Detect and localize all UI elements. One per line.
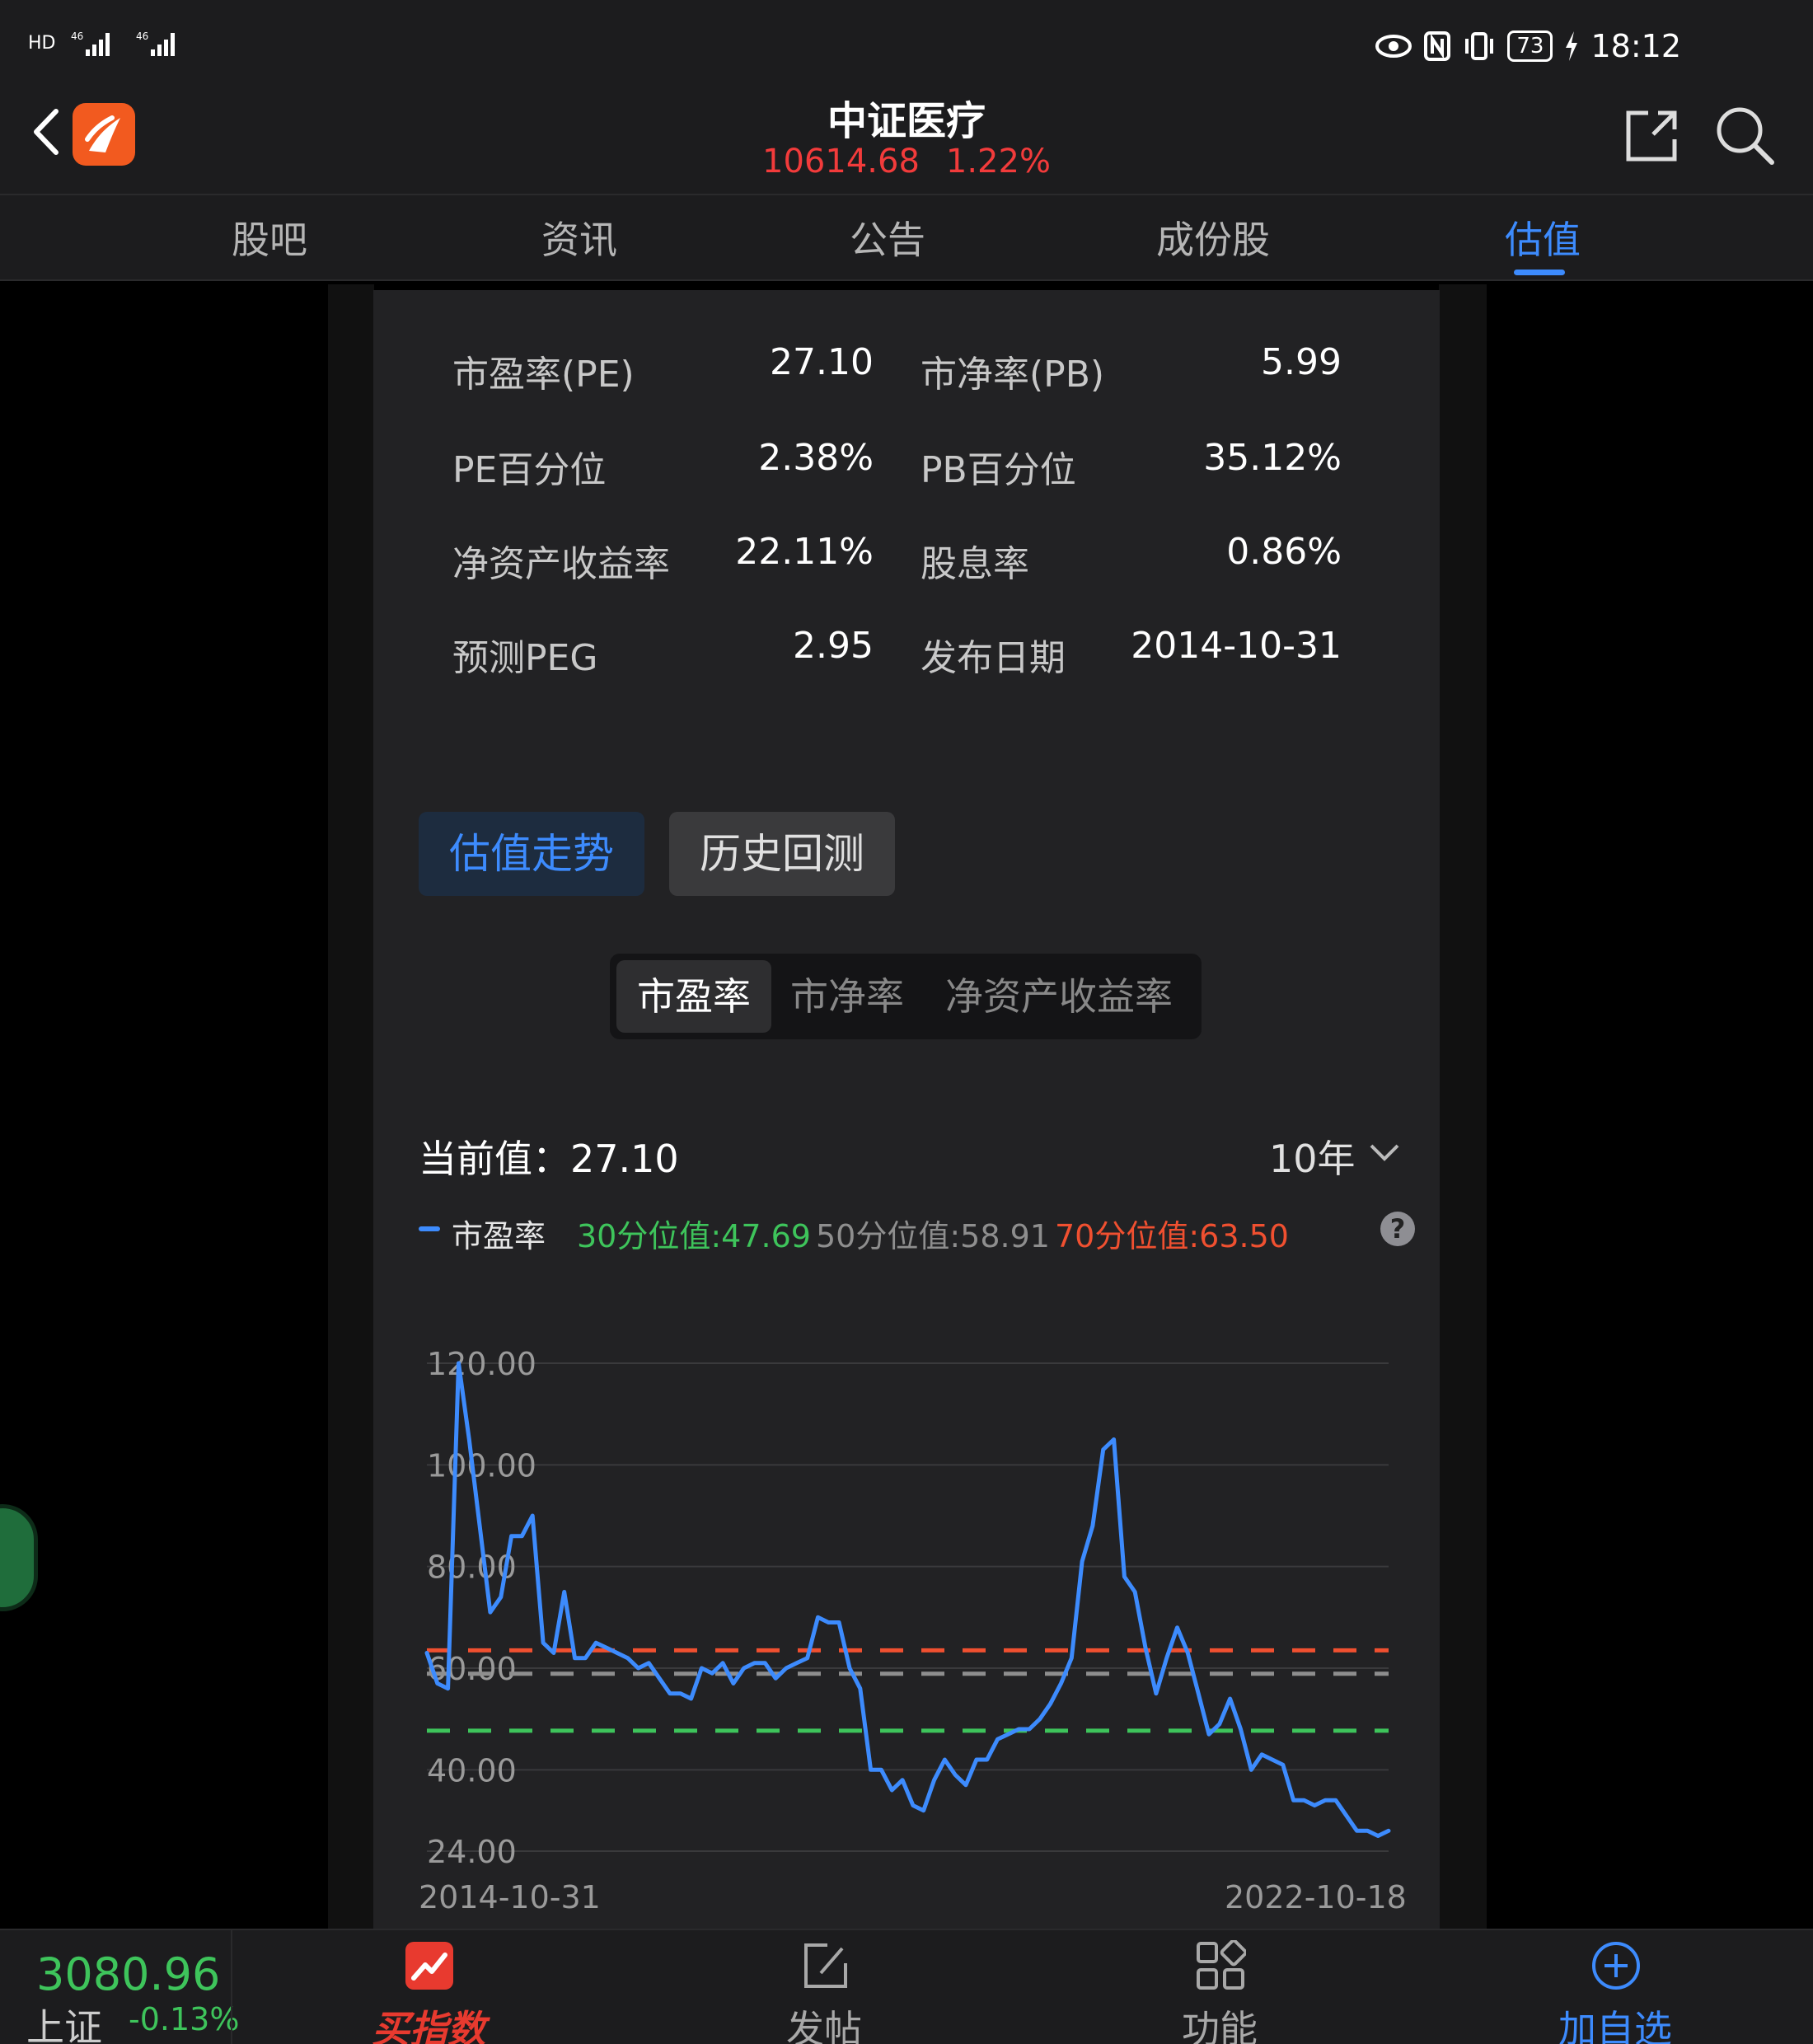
segment-pb[interactable]: 市净率 <box>781 960 913 1033</box>
tab-announcement[interactable]: 公告 <box>850 210 925 265</box>
chevron-down-icon[interactable] <box>1366 1137 1403 1167</box>
nfc-icon <box>1424 31 1451 61</box>
pe-line-chart: 120.00100.0080.0060.0040.0024.00 <box>424 1346 1391 1870</box>
search-icon[interactable] <box>1712 103 1775 166</box>
grid-icon <box>1197 1940 1246 1990</box>
tab-valuation[interactable]: 估值 <box>1505 210 1581 265</box>
tab-indicator <box>1514 270 1565 275</box>
buy-index-button[interactable]: 买指数 <box>338 1930 519 2044</box>
index-quote: 10614.68 1.22% <box>0 143 1813 180</box>
history-backtest-button[interactable]: 历史回测 <box>669 812 895 896</box>
net-label-2: 46 <box>136 30 148 42</box>
signal-icon-2: 46 <box>136 30 176 56</box>
buy-index-label: 买指数 <box>372 2007 485 2044</box>
tab-bar: 股吧 资讯 公告 成份股 估值 <box>0 194 1813 281</box>
panel-side-right <box>1439 284 1487 1929</box>
charging-icon <box>1566 31 1578 61</box>
add-watchlist-label: 加自选 <box>1558 2007 1672 2044</box>
post-button[interactable]: 发帖 <box>733 1930 915 2044</box>
bottom-divider <box>231 1930 232 2044</box>
x-axis-end-label: 2022-10-18 <box>1225 1879 1407 1915</box>
x-axis-start-label: 2014-10-31 <box>419 1879 601 1915</box>
metric-label-roe: 净资产收益率 <box>452 543 670 585</box>
metric-value-pb-pct: 35.12% <box>1203 437 1342 479</box>
metric-value-pe: 27.10 <box>770 341 874 383</box>
index-price: 10614.68 <box>762 143 920 180</box>
app-header: 中证医疗 10614.68 1.22% <box>0 78 1813 194</box>
floating-chat-icon[interactable] <box>0 1504 38 1611</box>
y-tick-label: 40.00 <box>427 1752 517 1788</box>
battery-indicator: 73 <box>1507 30 1553 62</box>
help-icon[interactable]: ? <box>1380 1212 1415 1246</box>
page-title: 中证医疗 <box>827 98 986 144</box>
metric-label-pb-pct: PB百分位 <box>921 449 1076 491</box>
legend-p50: 50分位值:58.91 <box>816 1218 1050 1254</box>
tab-guba[interactable]: 股吧 <box>232 210 307 265</box>
sh-index-value[interactable]: 3080.96 <box>36 1948 220 2000</box>
eye-icon <box>1375 35 1412 58</box>
tab-constituents[interactable]: 成份股 <box>1156 210 1270 265</box>
metric-label-pe: 市盈率(PE) <box>452 354 635 396</box>
add-circle-icon <box>1592 1942 1640 1990</box>
share-icon[interactable] <box>1623 106 1681 164</box>
y-tick-label: 60.00 <box>427 1651 517 1687</box>
trend-chart-icon <box>405 1942 453 1990</box>
metric-segmented-control: 市盈率 市净率 净资产收益率 <box>610 954 1202 1039</box>
signal-indicators: HD 46 46 <box>28 30 185 58</box>
metric-value-pe-pct: 2.38% <box>758 437 874 479</box>
functions-label: 功能 <box>1182 2007 1258 2044</box>
y-tick-label: 24.00 <box>427 1834 517 1870</box>
functions-button[interactable]: 功能 <box>1129 1930 1310 2044</box>
y-tick-label: 120.00 <box>427 1346 536 1382</box>
pe-series-line <box>424 1361 1391 1838</box>
hd-indicator: HD <box>28 33 56 54</box>
range-select[interactable]: 10年 <box>1269 1129 1356 1184</box>
panel-side-left <box>328 284 374 1929</box>
index-change: 1.22% <box>945 143 1051 180</box>
legend-series-swatch <box>419 1226 440 1231</box>
legend-p70: 70分位值:63.50 <box>1055 1218 1289 1254</box>
segment-pe[interactable]: 市盈率 <box>616 960 771 1033</box>
metric-label-dividend: 股息率 <box>921 543 1029 585</box>
metric-label-pe-pct: PE百分位 <box>452 449 607 491</box>
post-label: 发帖 <box>786 2007 862 2044</box>
segment-roe[interactable]: 净资产收益率 <box>923 960 1195 1033</box>
metric-label-date: 发布日期 <box>921 637 1066 679</box>
metric-value-pb: 5.99 <box>1261 341 1342 383</box>
clock: 18:12 <box>1590 28 1681 64</box>
y-tick-label: 100.00 <box>427 1447 536 1484</box>
signal-icon: 46 <box>71 30 110 56</box>
metric-value-roe: 22.11% <box>735 531 874 573</box>
status-right: 73 18:12 <box>1375 28 1681 64</box>
metric-value-peg: 2.95 <box>793 625 874 667</box>
sh-index-change[interactable]: -0.13% <box>129 2001 239 2037</box>
current-value: 当前值：27.10 <box>419 1137 679 1181</box>
legend-p30: 30分位值:47.69 <box>577 1218 811 1254</box>
tab-news[interactable]: 资讯 <box>541 210 617 265</box>
net-label-1: 46 <box>71 30 83 42</box>
valuation-trend-button[interactable]: 估值走势 <box>419 812 644 896</box>
bottom-bar: 3080.96 上证 -0.13% 买指数 发帖 功能 加自选 <box>0 1929 1813 2044</box>
sh-index-name[interactable]: 上证 <box>26 1998 102 2044</box>
edit-icon <box>804 1943 847 1988</box>
metric-label-peg: 预测PEG <box>452 637 598 679</box>
legend-series: 市盈率 <box>452 1218 546 1254</box>
vibrate-icon <box>1465 32 1494 60</box>
metric-label-pb: 市净率(PB) <box>921 354 1105 396</box>
metric-value-dividend: 0.86% <box>1226 531 1342 573</box>
add-watchlist-button[interactable]: 加自选 <box>1525 1930 1706 2044</box>
metric-value-date: 2014-10-31 <box>1131 625 1342 667</box>
